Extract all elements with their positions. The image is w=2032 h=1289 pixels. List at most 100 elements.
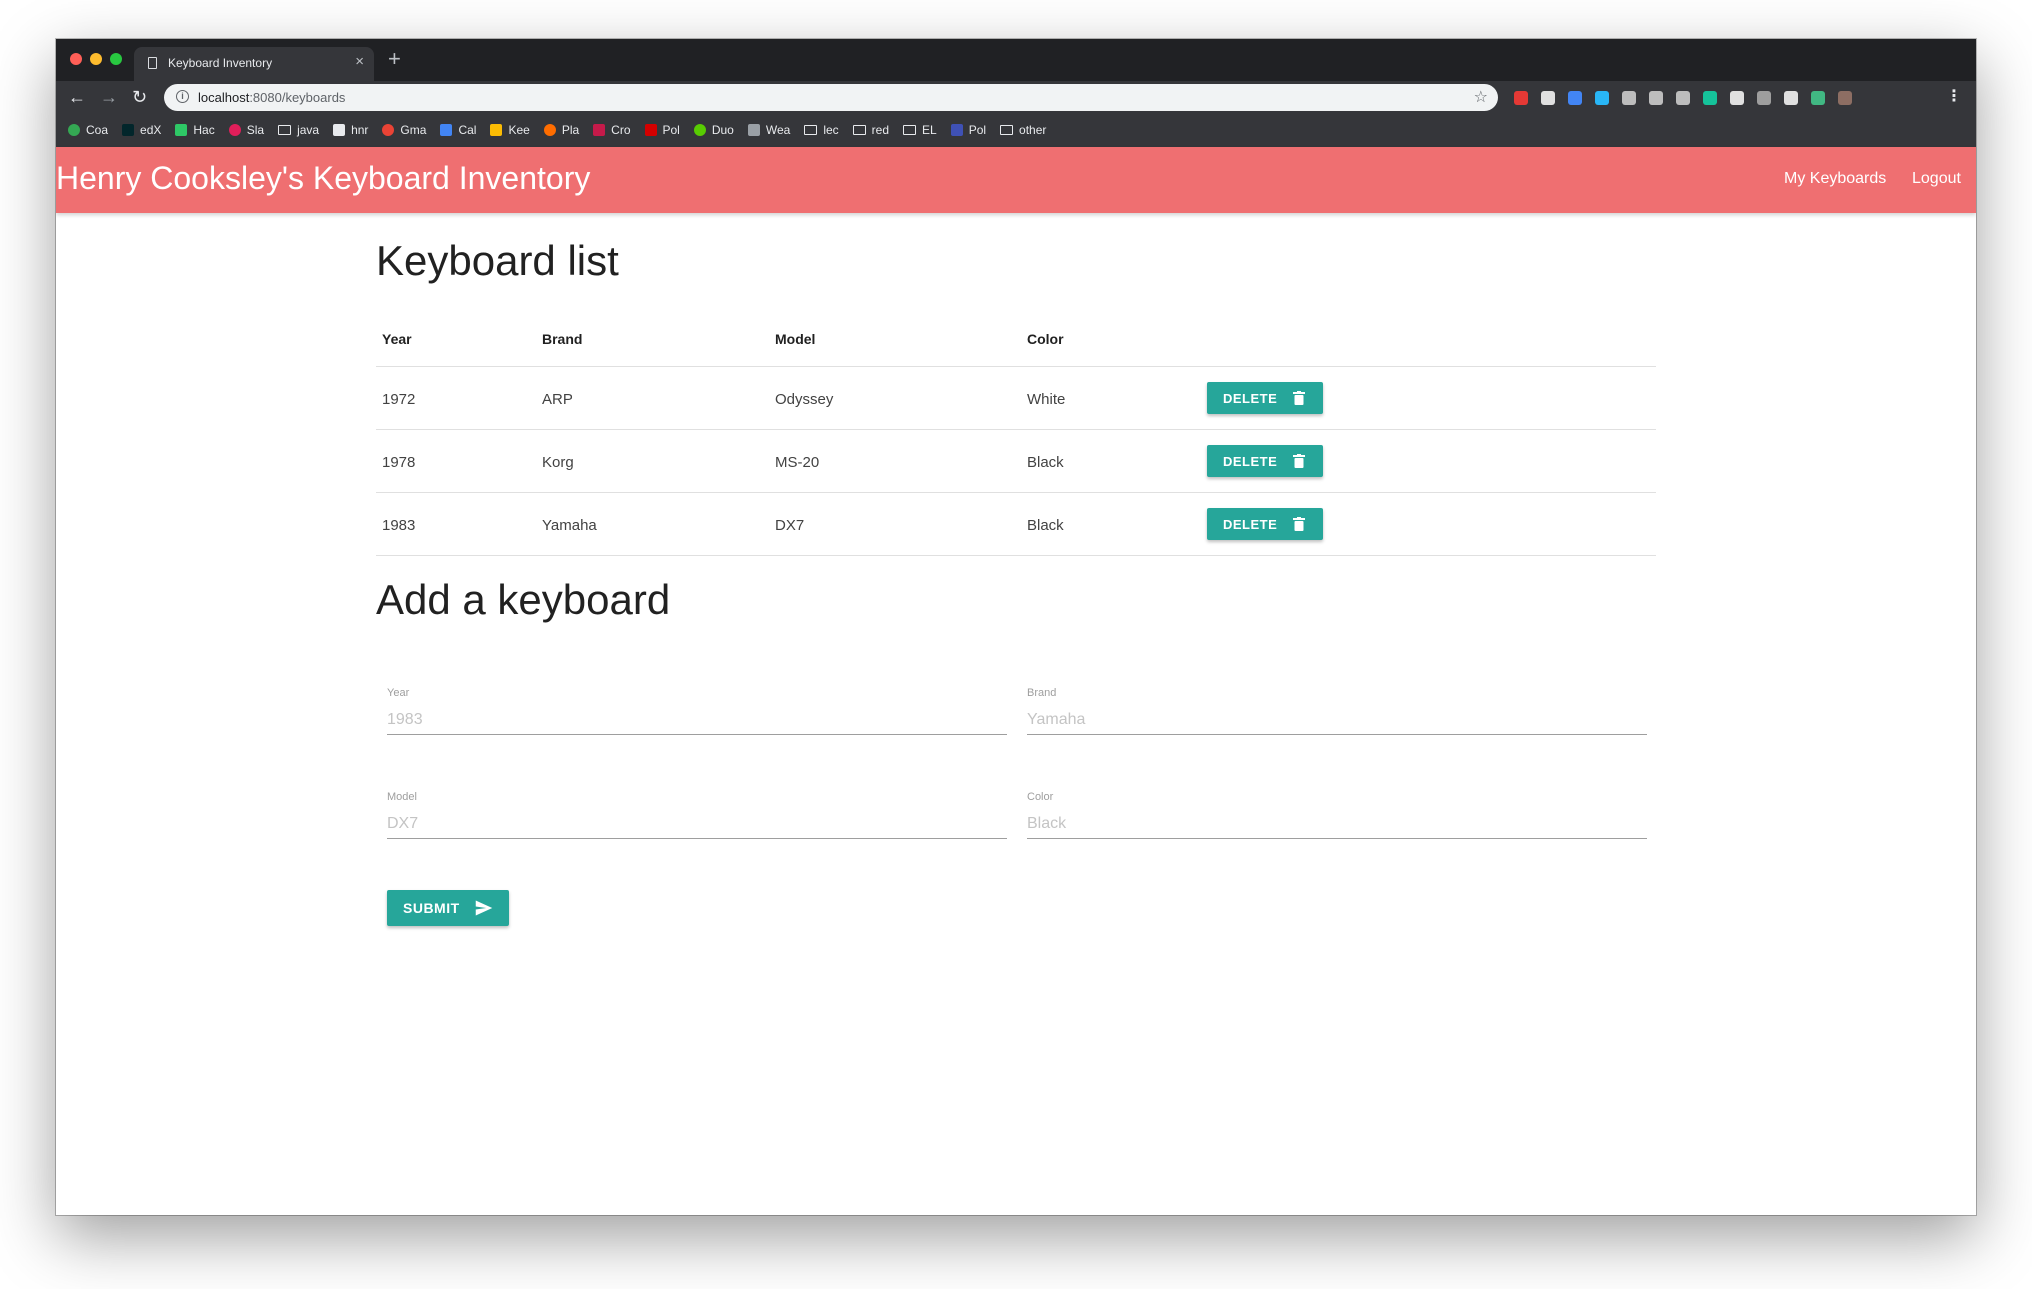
delete-button[interactable]: DELETE (1207, 445, 1323, 477)
browser-chrome: Keyboard Inventory × + ← → ↻ i localhost… (56, 39, 1976, 147)
back-arrow-icon[interactable]: ← (68, 86, 86, 108)
bookmark-item[interactable]: Pol (644, 123, 680, 137)
tab-title: Keyboard Inventory (168, 56, 273, 70)
minimize-window-button[interactable] (90, 53, 102, 65)
bookmark-item[interactable]: Pol (950, 123, 986, 137)
table-row: 1978 Korg MS-20 Black DELETE (376, 430, 1656, 493)
maximize-window-button[interactable] (110, 53, 122, 65)
cell-color: Black (1027, 517, 1064, 534)
trash-icon (1293, 391, 1305, 405)
extension-icon[interactable] (1649, 91, 1663, 105)
color-input[interactable] (1027, 809, 1647, 839)
extension-icon[interactable] (1811, 91, 1825, 105)
bookmark-item[interactable]: lec (804, 123, 839, 137)
cell-brand: Yamaha (542, 517, 597, 534)
bookmark-item[interactable]: Hac (175, 123, 215, 137)
bookmark-item[interactable]: Coa (68, 123, 108, 137)
extension-icon[interactable] (1703, 91, 1717, 105)
trash-icon (1293, 454, 1305, 468)
bookmark-item[interactable]: hnr (333, 123, 368, 137)
bookmark-item[interactable]: Pla (543, 123, 580, 137)
browser-menu-icon[interactable]: ⋮ (1946, 86, 1962, 106)
url-text[interactable]: localhost:8080/keyboards (198, 90, 345, 105)
bookmark-label: Duo (711, 123, 734, 137)
tab-close-icon[interactable]: × (355, 53, 364, 70)
extension-icon[interactable] (1541, 91, 1555, 105)
edx-icon (122, 124, 135, 136)
bookmark-item[interactable]: red (852, 123, 889, 137)
bookmark-item[interactable]: Duo (693, 123, 734, 137)
extension-icon[interactable] (1595, 91, 1609, 105)
new-tab-button[interactable]: + (388, 47, 401, 71)
table-row: 1972 ARP Odyssey White DELETE (376, 367, 1656, 430)
bookmark-item[interactable]: EL (903, 123, 937, 137)
delete-button[interactable]: DELETE (1207, 382, 1323, 414)
extension-icon[interactable] (1676, 91, 1690, 105)
year-input[interactable] (387, 705, 1007, 735)
bookmark-item[interactable]: Wea (747, 123, 790, 137)
submit-button[interactable]: SUBMIT (387, 890, 509, 926)
page-icon (148, 57, 157, 69)
bookmark-item[interactable]: Cal (440, 123, 476, 137)
add-keyboard-heading: Add a keyboard (376, 576, 671, 623)
bookmark-item[interactable]: Cro (593, 123, 631, 137)
cell-model: Odyssey (775, 391, 834, 408)
column-header-year: Year (382, 331, 412, 347)
duolingo-icon (693, 124, 706, 136)
bookmark-item[interactable]: edX (122, 123, 161, 137)
brand-input[interactable] (1027, 705, 1647, 735)
model-input[interactable] (387, 809, 1007, 839)
cell-color: White (1027, 391, 1066, 408)
bookmark-label: Kee (508, 123, 530, 137)
keyboard-list-heading: Keyboard list (376, 237, 619, 284)
extension-icon[interactable] (1622, 91, 1636, 105)
bookmark-label: Pol (662, 123, 680, 137)
bookmark-label: Pla (561, 123, 580, 137)
forward-arrow-icon[interactable]: → (100, 86, 118, 108)
extensions-bar (1514, 89, 1852, 107)
bookmark-label: EL (922, 123, 937, 137)
bookmark-label: lec (823, 123, 839, 137)
gmail-icon (382, 124, 395, 136)
keep-icon (490, 124, 503, 136)
playlist-icon (543, 124, 556, 136)
bookmark-label: Sla (246, 123, 265, 137)
extension-icon[interactable] (1784, 91, 1798, 105)
calendar-grid-icon (950, 124, 963, 136)
bookmark-label: hnr (351, 123, 369, 137)
table-body: 1972 ARP Odyssey White DELETE 1978 Korg MS-20 Bl… (376, 367, 1656, 556)
nav-logout-link[interactable]: Logout (1912, 170, 1961, 188)
cell-model: DX7 (775, 517, 805, 534)
browser-tab[interactable]: Keyboard Inventory × (134, 47, 374, 81)
folder-icon (1000, 125, 1014, 135)
bookmark-item[interactable]: java (278, 123, 319, 137)
app-title[interactable]: Henry Cooksley's Keyboard Inventory (56, 160, 590, 197)
address-bar[interactable]: i localhost:8080/keyboards ☆ (164, 84, 1498, 111)
bookmark-item[interactable]: Kee (490, 123, 530, 137)
reload-icon[interactable]: ↻ (132, 86, 147, 108)
hackerrank-icon (175, 124, 188, 136)
sheets-icon (68, 124, 80, 136)
extension-icon[interactable] (1838, 91, 1852, 105)
bookmark-item[interactable]: other (1000, 123, 1046, 137)
delete-button[interactable]: DELETE (1207, 508, 1323, 540)
nav-my-keyboards-link[interactable]: My Keyboards (1784, 170, 1886, 188)
info-icon[interactable]: i (176, 90, 189, 103)
url-host: localhost (198, 90, 250, 105)
calendar-icon (440, 124, 453, 136)
extension-icon[interactable] (1730, 91, 1744, 105)
extension-icon[interactable] (1757, 91, 1771, 105)
app-navbar: Henry Cooksley's Keyboard Inventory My K… (56, 147, 1976, 213)
brand-label: Brand (1027, 687, 1057, 699)
cell-year: 1983 (382, 517, 416, 534)
close-window-button[interactable] (70, 53, 82, 65)
bookmark-star-icon[interactable]: ☆ (1474, 87, 1488, 107)
extension-icon[interactable] (1568, 91, 1582, 105)
bookmark-item[interactable]: Gma (382, 123, 426, 137)
bookmark-label: Cro (611, 123, 631, 137)
extension-icon[interactable] (1514, 91, 1528, 105)
delete-button-label: DELETE (1223, 517, 1278, 532)
cell-brand: ARP (542, 391, 573, 408)
raspberry-icon (593, 124, 606, 136)
bookmark-item[interactable]: Sla (228, 123, 265, 137)
